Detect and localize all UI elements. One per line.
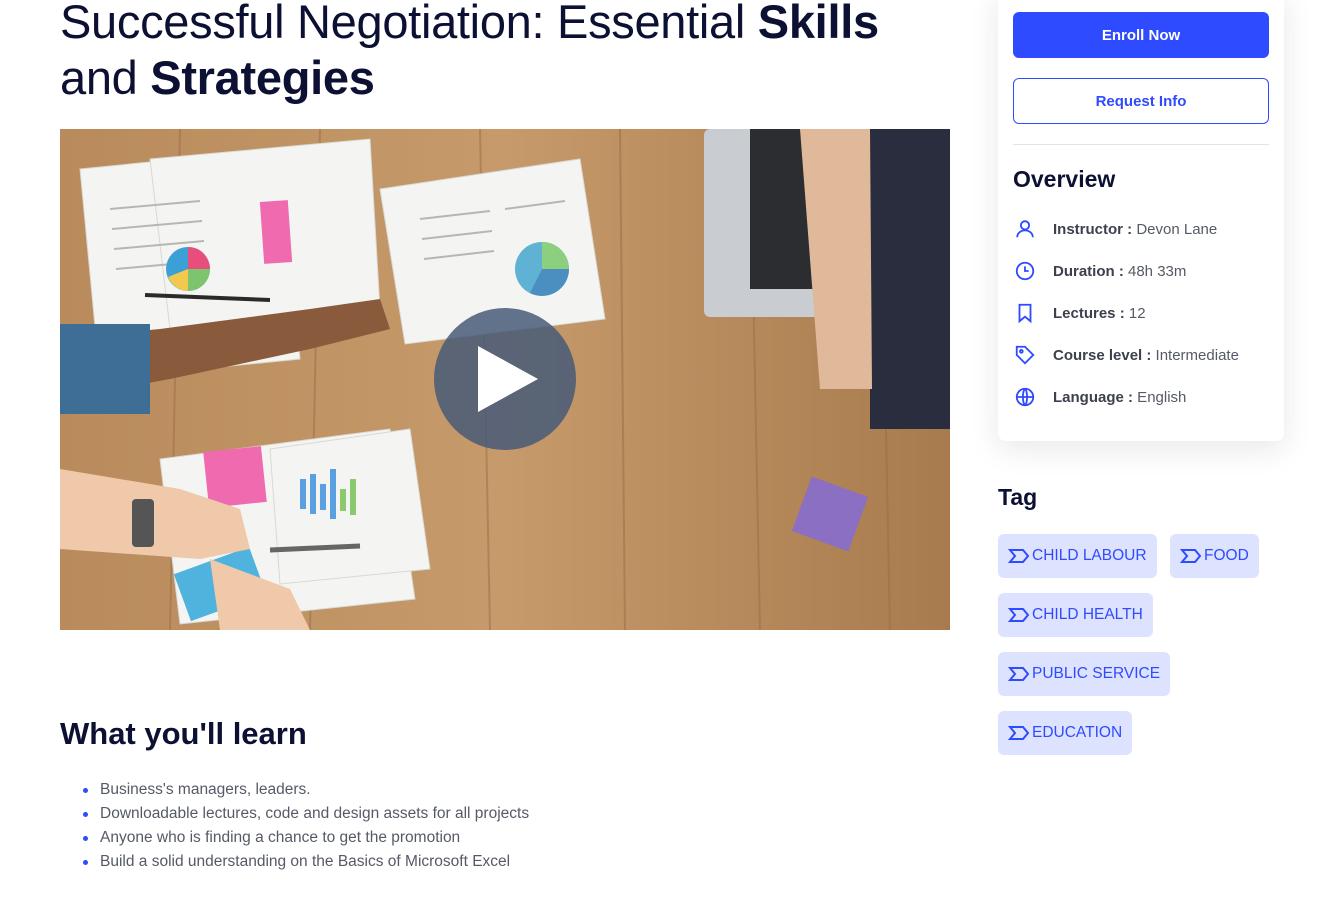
course-sidebar-card: Enroll Now Request Info Overview Instruc… <box>998 0 1284 441</box>
tag-icon <box>1013 343 1037 367</box>
overview-course-level: Course level : Intermediate <box>1013 343 1239 367</box>
overview-title: Overview <box>1013 166 1116 192</box>
divider <box>1013 144 1269 145</box>
overview-value: 12 <box>1124 304 1146 322</box>
overview-duration: Duration : 48h 33m <box>1013 259 1186 283</box>
overview-value: Devon Lane <box>1132 220 1218 238</box>
overview-language: Language : English <box>1013 385 1186 409</box>
learn-item: Downloadable lectures, code and design a… <box>80 802 529 826</box>
tag-public-service[interactable]: PUBLIC SERVICE <box>998 652 1171 696</box>
tag-arrow-icon <box>1008 547 1032 565</box>
learn-list: Business's managers, leaders. Downloadab… <box>80 778 529 874</box>
course-title-part1: Successful Negotiation: Essential <box>60 0 758 48</box>
learn-item: Build a solid understanding on the Basic… <box>80 850 529 874</box>
tag-section-title: Tag <box>998 484 1038 510</box>
play-button[interactable] <box>434 308 576 450</box>
bookmark-icon <box>1013 301 1037 325</box>
tag-label: CHILD HEALTH <box>1032 606 1143 623</box>
tag-education[interactable]: EDUCATION <box>998 711 1133 755</box>
enroll-now-button[interactable]: Enroll Now <box>1013 12 1269 58</box>
course-title-bold1: Skills <box>757 0 879 48</box>
overview-label: Course level : <box>1053 346 1152 364</box>
overview-label: Instructor : <box>1053 220 1133 238</box>
overview-instructor: Instructor : Devon Lane <box>1013 217 1217 241</box>
overview-value: English <box>1133 388 1187 406</box>
tag-child-labour[interactable]: CHILD LABOUR <box>998 534 1157 578</box>
overview-value: Intermediate <box>1151 346 1239 364</box>
overview-label: Duration : <box>1053 262 1124 280</box>
course-title-bold2: Strategies <box>150 51 375 104</box>
learn-title: What you'll learn <box>60 716 307 751</box>
request-info-button[interactable]: Request Info <box>1013 78 1269 124</box>
tag-label: FOOD <box>1204 547 1249 564</box>
globe-icon <box>1013 385 1037 409</box>
user-icon <box>1013 217 1037 241</box>
tag-arrow-icon <box>1008 724 1032 742</box>
tag-label: PUBLIC SERVICE <box>1032 665 1161 682</box>
course-video[interactable] <box>60 129 950 630</box>
play-icon <box>478 346 538 412</box>
tag-label: CHILD LABOUR <box>1032 547 1147 564</box>
course-title: Successful Negotiation: Essential Skills… <box>60 0 940 106</box>
tag-arrow-icon <box>1008 606 1032 624</box>
learn-item: Anyone who is finding a chance to get th… <box>80 826 529 850</box>
overview-label: Lectures : <box>1053 304 1125 322</box>
tag-food[interactable]: FOOD <box>1170 534 1259 578</box>
course-title-part2: and <box>60 51 151 104</box>
overview-lectures: Lectures : 12 <box>1013 301 1146 325</box>
tag-label: EDUCATION <box>1032 724 1123 741</box>
tag-arrow-icon <box>1180 547 1204 565</box>
learn-item: Business's managers, leaders. <box>80 778 529 802</box>
tag-child-health[interactable]: CHILD HEALTH <box>998 593 1153 637</box>
clock-icon <box>1013 259 1037 283</box>
overview-label: Language : <box>1053 388 1134 406</box>
overview-value: 48h 33m <box>1123 262 1187 280</box>
tag-arrow-icon <box>1008 665 1032 683</box>
